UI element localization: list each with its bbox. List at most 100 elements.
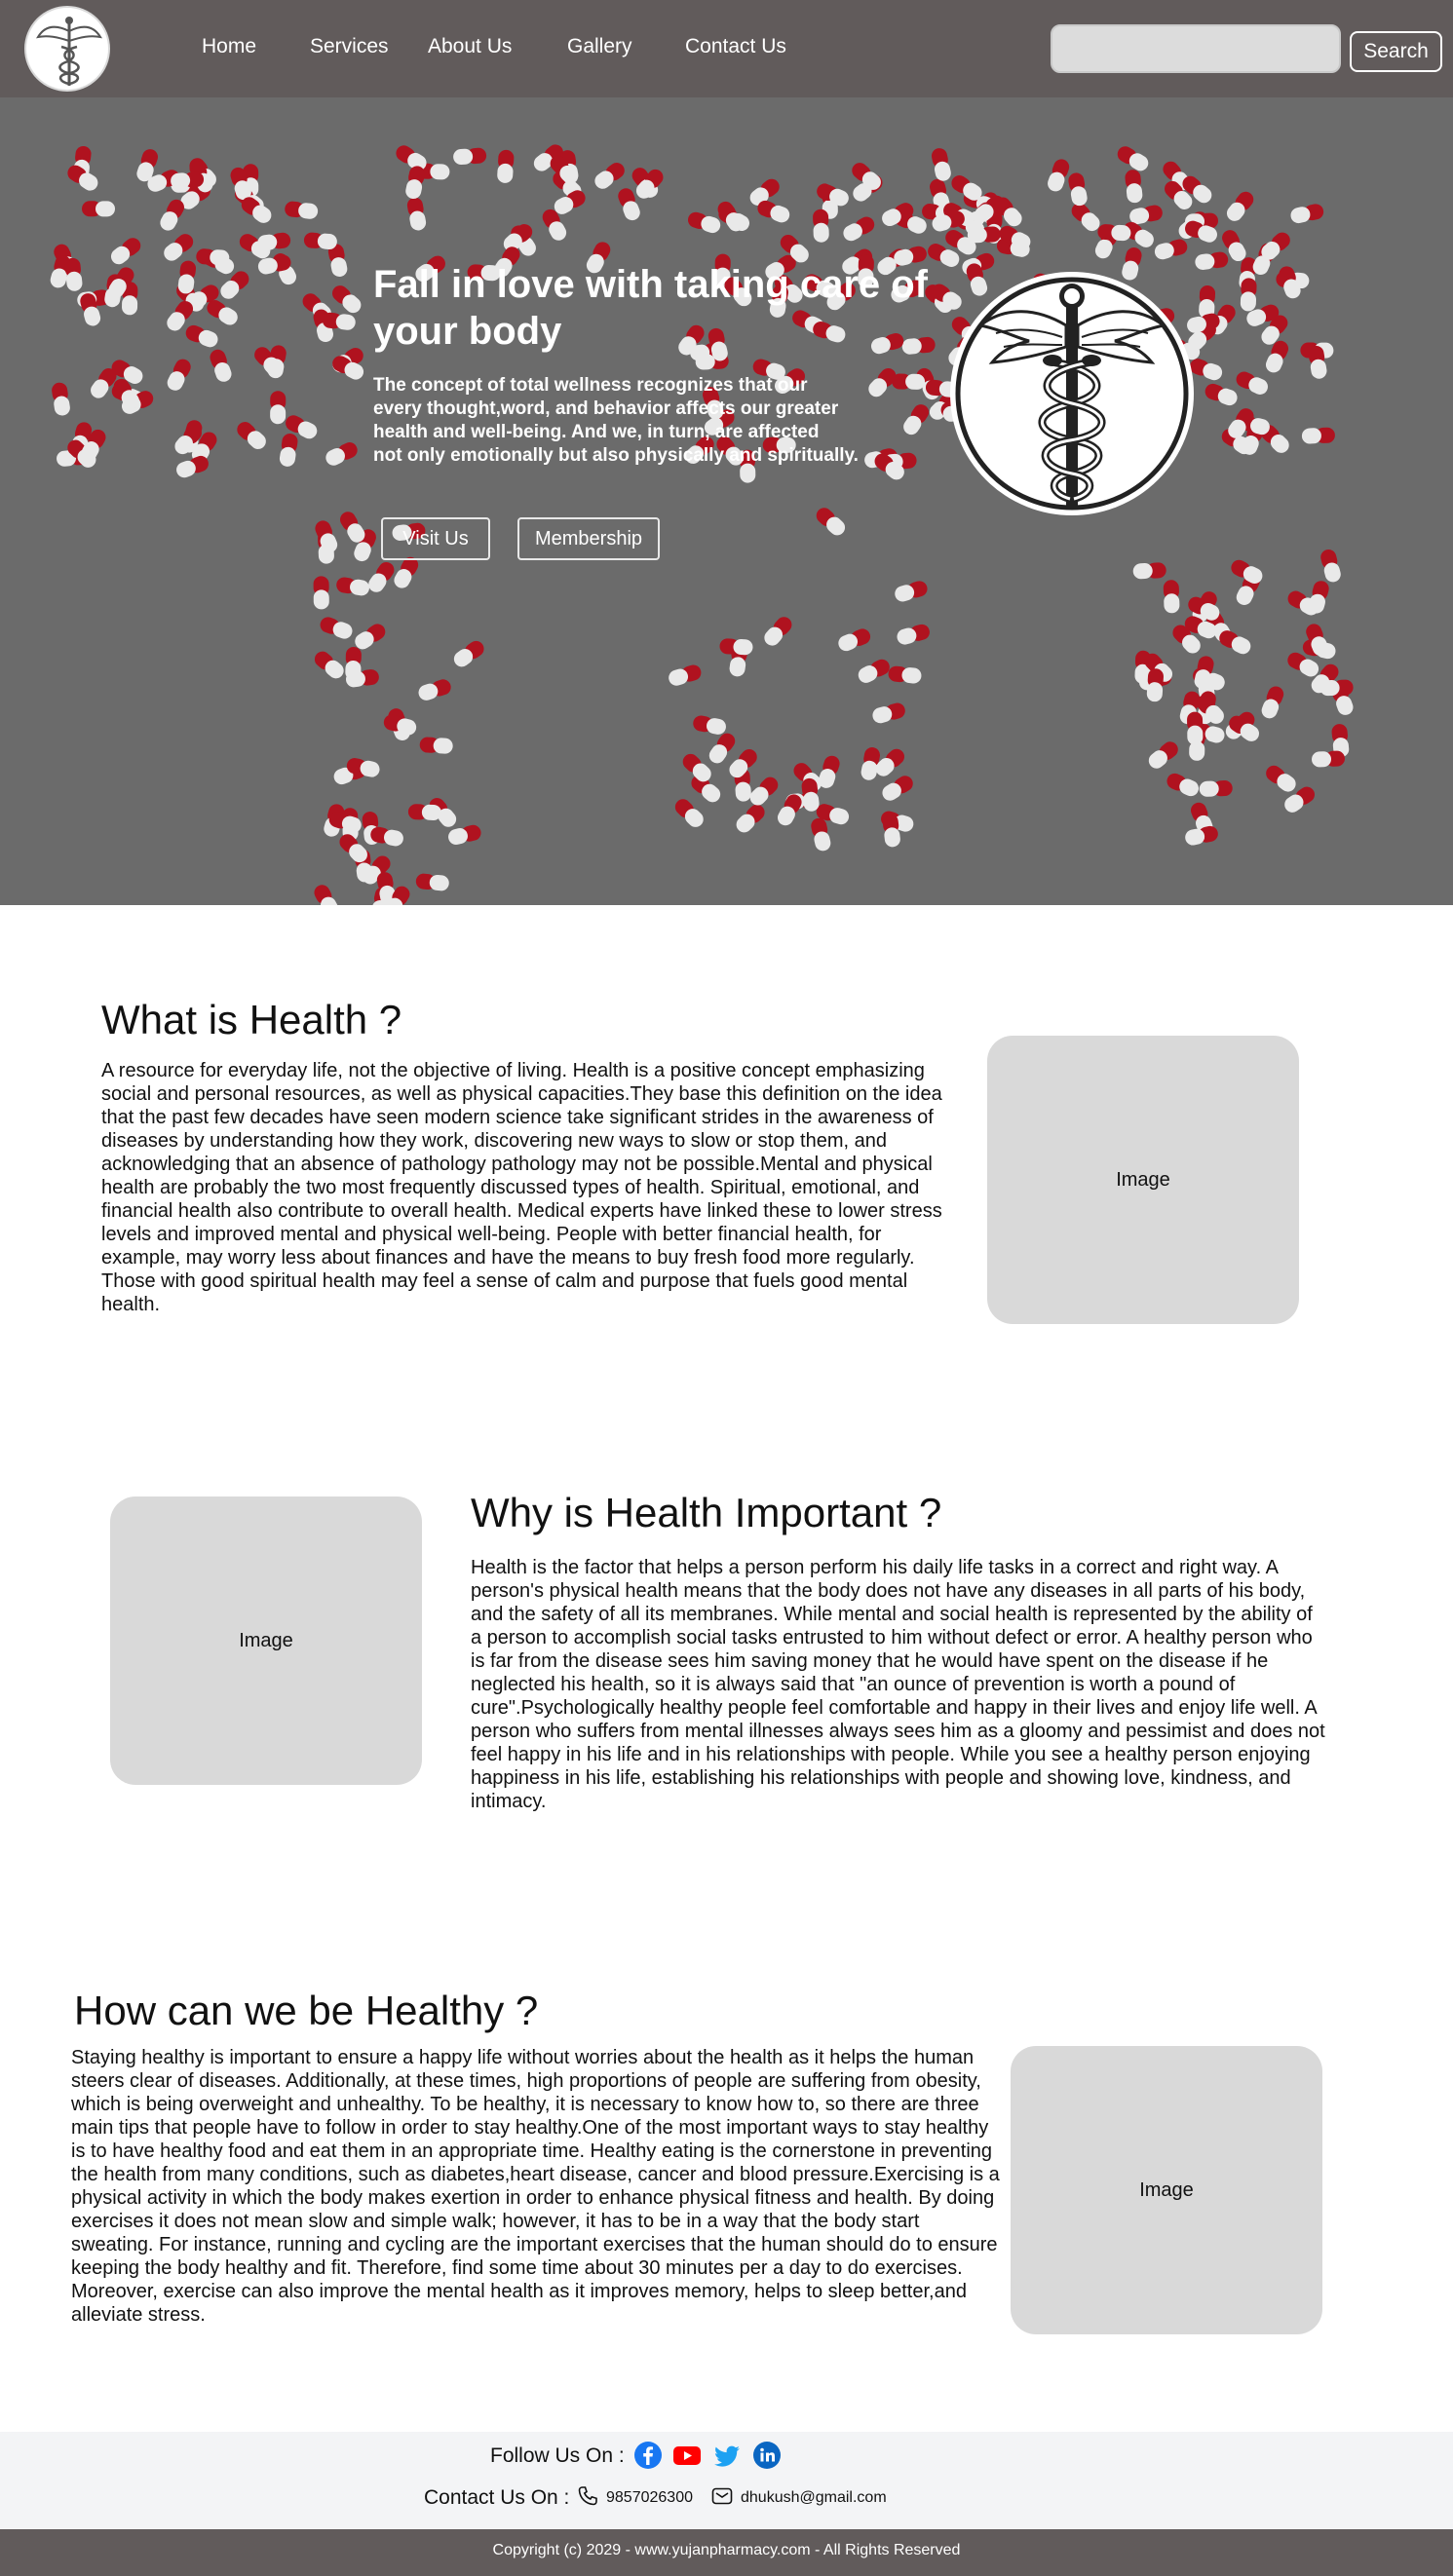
pill-capsule xyxy=(279,433,298,467)
linkedin-icon[interactable] xyxy=(752,2441,782,2470)
image-label: Image xyxy=(1139,2178,1194,2201)
nav-link-home[interactable]: Home xyxy=(202,35,256,58)
pill-capsule xyxy=(1204,383,1238,406)
pill-capsule xyxy=(1308,581,1329,614)
what-is-health-heading: What is Health ? xyxy=(101,997,402,1042)
pill-capsule xyxy=(903,404,930,436)
pill-capsule xyxy=(1132,562,1166,580)
image-placeholder: Image xyxy=(110,1496,422,1785)
how-can-we-be-healthy-text: Staying healthy is important to ensure a… xyxy=(71,2047,1000,2326)
pill-capsule xyxy=(210,349,232,382)
follow-us-label: Follow Us On : xyxy=(490,2444,625,2467)
pill-capsule xyxy=(669,664,702,686)
pill-capsule xyxy=(687,211,721,234)
pill-capsule xyxy=(314,885,338,905)
pill-capsule xyxy=(967,226,1001,244)
pill-capsule xyxy=(1117,146,1149,171)
pill-capsule xyxy=(314,651,344,679)
nav-link-services[interactable]: Services xyxy=(310,35,389,58)
why-is-health-important-text: Health is the factor that helps a person… xyxy=(471,1557,1325,1812)
pill-capsule xyxy=(897,624,930,645)
pill-capsule xyxy=(594,163,625,189)
pill-capsule xyxy=(370,826,403,847)
nav-link-about-us[interactable]: About Us xyxy=(428,35,512,58)
pill-capsule xyxy=(110,238,141,265)
pill-capsule xyxy=(1290,204,1324,224)
pill-capsule xyxy=(167,359,191,391)
hero-title: Fall in love with taking care of your bo… xyxy=(373,263,929,353)
pill-capsule xyxy=(52,382,70,416)
search-button[interactable]: Search xyxy=(1350,31,1442,72)
pill-capsule xyxy=(1071,203,1100,232)
pill-capsule xyxy=(320,617,353,639)
pill-capsule xyxy=(448,824,481,846)
mail-icon xyxy=(710,2484,734,2508)
caduceus-logo-icon[interactable] xyxy=(24,6,110,92)
pill-capsule xyxy=(497,149,515,183)
pill-capsule xyxy=(1187,711,1204,745)
pill-capsule xyxy=(882,776,913,801)
pill-capsule xyxy=(237,422,266,449)
pill-capsule xyxy=(332,285,362,314)
pill-capsule xyxy=(196,248,230,266)
pill-capsule xyxy=(453,147,487,166)
twitter-icon[interactable] xyxy=(712,2441,742,2470)
nav-link-gallery[interactable]: Gallery xyxy=(567,35,632,58)
pill-capsule xyxy=(303,232,337,249)
pill-capsule xyxy=(1240,278,1257,312)
nav-link-contact-us[interactable]: Contact Us xyxy=(685,35,786,58)
what-is-health-text: A resource for everyday life, not the ob… xyxy=(101,1060,942,1315)
pill-capsule xyxy=(257,232,291,251)
pill-capsule xyxy=(811,817,831,852)
pill-capsule xyxy=(858,659,890,683)
image-placeholder: Image xyxy=(987,1036,1299,1324)
image-label: Image xyxy=(239,1629,293,1651)
pill-capsule xyxy=(405,166,425,200)
youtube-icon[interactable] xyxy=(672,2441,702,2470)
email-address[interactable]: dhukush@gmail.com xyxy=(741,2489,887,2507)
pill-capsule xyxy=(1199,780,1233,797)
pill-capsule xyxy=(368,562,395,592)
pill-capsule xyxy=(1166,773,1199,797)
pill-capsule xyxy=(1048,159,1070,192)
pill-capsule xyxy=(407,804,441,820)
copyright-text: Copyright (c) 2029 - www.yujanpharmacy.c… xyxy=(492,2542,961,2558)
pill-capsule xyxy=(1320,549,1341,583)
pill-capsule xyxy=(220,271,249,299)
pill-capsule xyxy=(1097,224,1131,242)
pill-capsule xyxy=(872,702,905,724)
pill-capsule xyxy=(177,260,197,294)
pill-world-map-image xyxy=(50,144,1354,905)
image-placeholder: Image xyxy=(1011,2046,1322,2334)
membership-button[interactable]: Membership xyxy=(517,517,660,560)
pill-capsule xyxy=(82,201,115,217)
pill-capsule xyxy=(1301,427,1335,444)
pill-capsule xyxy=(1195,251,1229,270)
pill-capsule xyxy=(1226,191,1254,221)
pill-capsule xyxy=(453,640,484,667)
pill-capsule xyxy=(674,799,704,827)
pill-capsule xyxy=(1236,371,1268,395)
search-input[interactable] xyxy=(1051,24,1341,73)
pill-capsule xyxy=(1146,668,1164,702)
pill-capsule xyxy=(895,581,928,602)
hero-description: The concept of total wellness recognizes… xyxy=(373,375,859,466)
pill-capsule xyxy=(419,737,453,754)
pill-capsule xyxy=(757,200,790,223)
facebook-icon[interactable] xyxy=(633,2441,663,2470)
pill-capsule xyxy=(1125,170,1143,204)
visit-us-button[interactable]: Visit Us xyxy=(381,517,490,560)
pill-capsule xyxy=(285,201,319,219)
pill-capsule xyxy=(164,234,194,261)
pill-capsule xyxy=(719,638,753,656)
pill-capsule xyxy=(418,679,451,701)
pill-capsule xyxy=(838,628,871,652)
contact-us-label: Contact Us On : xyxy=(424,2486,570,2509)
pill-capsule xyxy=(888,665,922,684)
pill-capsule xyxy=(1266,765,1296,792)
pill-capsule xyxy=(708,733,736,764)
pill-capsule xyxy=(736,804,765,833)
phone-number[interactable]: 9857026300 xyxy=(606,2489,693,2507)
pill-capsule xyxy=(313,576,329,610)
pill-capsule xyxy=(1163,580,1180,614)
